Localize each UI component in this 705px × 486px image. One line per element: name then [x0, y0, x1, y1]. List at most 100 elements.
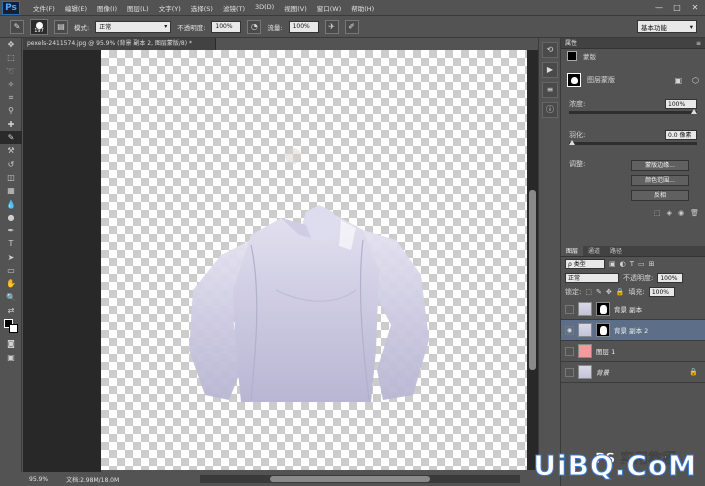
visibility-toggle-icon[interactable]: [565, 304, 574, 314]
eyedropper-tool-icon[interactable]: ⚲: [0, 104, 22, 117]
density-slider-thumb[interactable]: [691, 109, 697, 114]
pressure-size-icon[interactable]: ✐: [344, 19, 359, 34]
lock-pixels-icon[interactable]: ✎: [596, 288, 602, 296]
lock-transparent-icon[interactable]: ⬚: [585, 288, 592, 296]
feather-slider-thumb[interactable]: [569, 140, 575, 145]
swap-colors-icon[interactable]: ⇄: [0, 304, 22, 317]
pressure-opacity-icon[interactable]: ◔: [247, 19, 262, 34]
filter-shape-icon[interactable]: ▭: [638, 260, 645, 268]
invert-button[interactable]: 反相: [631, 190, 689, 201]
info-icon[interactable]: ⓘ: [542, 102, 558, 118]
panel-menu-icon[interactable]: ≡: [696, 38, 701, 48]
actions-play-icon[interactable]: ▶: [542, 62, 558, 78]
canvas[interactable]: [101, 50, 527, 470]
pen-tool-icon[interactable]: ✒: [0, 224, 22, 237]
gradient-tool-icon[interactable]: ▦: [0, 184, 22, 197]
zoom-tool-icon[interactable]: 🔍: [0, 291, 22, 304]
menu-type[interactable]: 文字(Y): [154, 3, 186, 13]
doc-size-info[interactable]: 文档:2.98M/18.0M: [66, 475, 119, 484]
lock-position-icon[interactable]: ✥: [606, 288, 612, 296]
menu-layer[interactable]: 图层(L): [122, 3, 154, 13]
marquee-tool-icon[interactable]: ⬚: [0, 51, 22, 64]
filter-pixel-icon[interactable]: ▣: [609, 260, 616, 268]
blend-mode-select[interactable]: 正常: [565, 273, 619, 283]
layer-filter-select[interactable]: ρ 类型: [565, 259, 605, 269]
mask-thumbnail[interactable]: [567, 73, 581, 87]
fill-field[interactable]: 100%: [648, 287, 675, 297]
airbrush-icon[interactable]: ✈: [324, 19, 339, 34]
close-button[interactable]: ✕: [689, 2, 701, 13]
brush-panel-toggle-icon[interactable]: ▤: [54, 19, 68, 34]
eraser-tool-icon[interactable]: ◫: [0, 171, 22, 184]
zoom-level[interactable]: 95.9%: [29, 476, 48, 483]
tab-channels[interactable]: 通道: [583, 246, 605, 256]
layer-mask-thumbnail[interactable]: [596, 302, 610, 316]
move-tool-icon[interactable]: ✥: [0, 38, 22, 51]
menu-edit[interactable]: 编辑(E): [60, 3, 92, 13]
visibility-toggle-icon[interactable]: [565, 346, 574, 356]
toggle-mask-icon[interactable]: ◉: [678, 209, 684, 221]
horizontal-scroll-thumb[interactable]: [270, 476, 430, 482]
mode-select[interactable]: 正常 ▾: [95, 20, 172, 33]
layer-row[interactable]: 背景 🔒: [561, 362, 705, 383]
vertical-scrollbar[interactable]: [527, 50, 538, 470]
tab-paths[interactable]: 路径: [605, 246, 627, 256]
color-swatches[interactable]: [0, 317, 22, 337]
density-field[interactable]: 100%: [665, 98, 697, 109]
layer-name[interactable]: 背景 副本 2: [614, 325, 648, 335]
load-selection-icon[interactable]: ⬚: [654, 209, 661, 221]
layer-row[interactable]: 图层 1: [561, 341, 705, 362]
workspace-switcher[interactable]: 基本功能 ▾: [637, 20, 697, 33]
layer-row[interactable]: ◉ 背景 副本 2: [561, 320, 705, 341]
properties-title[interactable]: 属性: [565, 38, 577, 48]
menu-help[interactable]: 帮助(H): [346, 3, 379, 13]
eye-icon[interactable]: ◉: [565, 325, 574, 335]
brush-tool-icon[interactable]: ✎: [10, 19, 24, 34]
flow-field[interactable]: 100%: [288, 20, 319, 33]
vector-mask-icon[interactable]: ⬡: [692, 76, 699, 85]
layer-name[interactable]: 背景 副本: [614, 304, 642, 314]
lasso-tool-icon[interactable]: ➰: [0, 65, 22, 78]
hand-tool-icon[interactable]: ✋: [0, 277, 22, 290]
menu-view[interactable]: 视图(V): [279, 3, 312, 13]
screen-mode-icon[interactable]: ▣: [0, 351, 22, 364]
menu-filter[interactable]: 滤镜(T): [218, 3, 250, 13]
blur-tool-icon[interactable]: 💧: [0, 198, 22, 211]
apply-mask-icon[interactable]: ◈: [667, 209, 672, 221]
document-tab[interactable]: pexels-2411574.jpg @ 95.9% (背景 副本 2, 图层蒙…: [23, 38, 216, 50]
menu-file[interactable]: 文件(F): [28, 3, 60, 13]
brush-tool-icon[interactable]: ✎: [0, 131, 22, 145]
background-color[interactable]: [9, 324, 18, 334]
layer-name[interactable]: 背景: [596, 367, 609, 377]
healing-tool-icon[interactable]: ✚: [0, 118, 22, 131]
crop-tool-icon[interactable]: ⌗: [0, 91, 22, 104]
menu-window[interactable]: 窗口(W): [312, 3, 347, 13]
menu-3d[interactable]: 3D(D): [250, 3, 279, 13]
path-select-tool-icon[interactable]: ➤: [0, 251, 22, 264]
vertical-scroll-thumb[interactable]: [529, 190, 536, 370]
history-icon[interactable]: ⟲: [542, 42, 558, 58]
quick-select-tool-icon[interactable]: ✧: [0, 78, 22, 91]
layer-mask-thumbnail[interactable]: [596, 323, 610, 337]
opacity-field[interactable]: 100%: [211, 20, 242, 33]
minimize-button[interactable]: —: [653, 2, 665, 13]
layer-name[interactable]: 图层 1: [596, 346, 615, 356]
tab-layers[interactable]: 图层: [561, 246, 584, 256]
filter-type-icon[interactable]: T: [630, 260, 634, 268]
type-tool-icon[interactable]: T: [0, 237, 22, 250]
quick-mask-icon[interactable]: ◙: [0, 337, 22, 350]
shape-tool-icon[interactable]: ▭: [0, 264, 22, 277]
lock-all-icon[interactable]: 🔒: [616, 288, 625, 296]
properties-icon[interactable]: ≡: [542, 82, 558, 98]
pixel-mask-icon[interactable]: ▣: [674, 76, 682, 85]
filter-adjust-icon[interactable]: ◐: [620, 260, 626, 268]
feather-slider[interactable]: [569, 140, 697, 145]
menu-image[interactable]: 图像(I): [92, 3, 122, 13]
mask-edge-button[interactable]: 蒙版边缘...: [631, 160, 689, 171]
layer-opacity-field[interactable]: 100%: [657, 273, 684, 283]
horizontal-scrollbar[interactable]: [200, 475, 520, 483]
visibility-toggle-icon[interactable]: [565, 367, 574, 377]
feather-field[interactable]: 0.0 像素: [665, 129, 697, 140]
filter-smart-icon[interactable]: ⊞: [649, 260, 655, 268]
history-brush-tool-icon[interactable]: ↺: [0, 158, 22, 171]
